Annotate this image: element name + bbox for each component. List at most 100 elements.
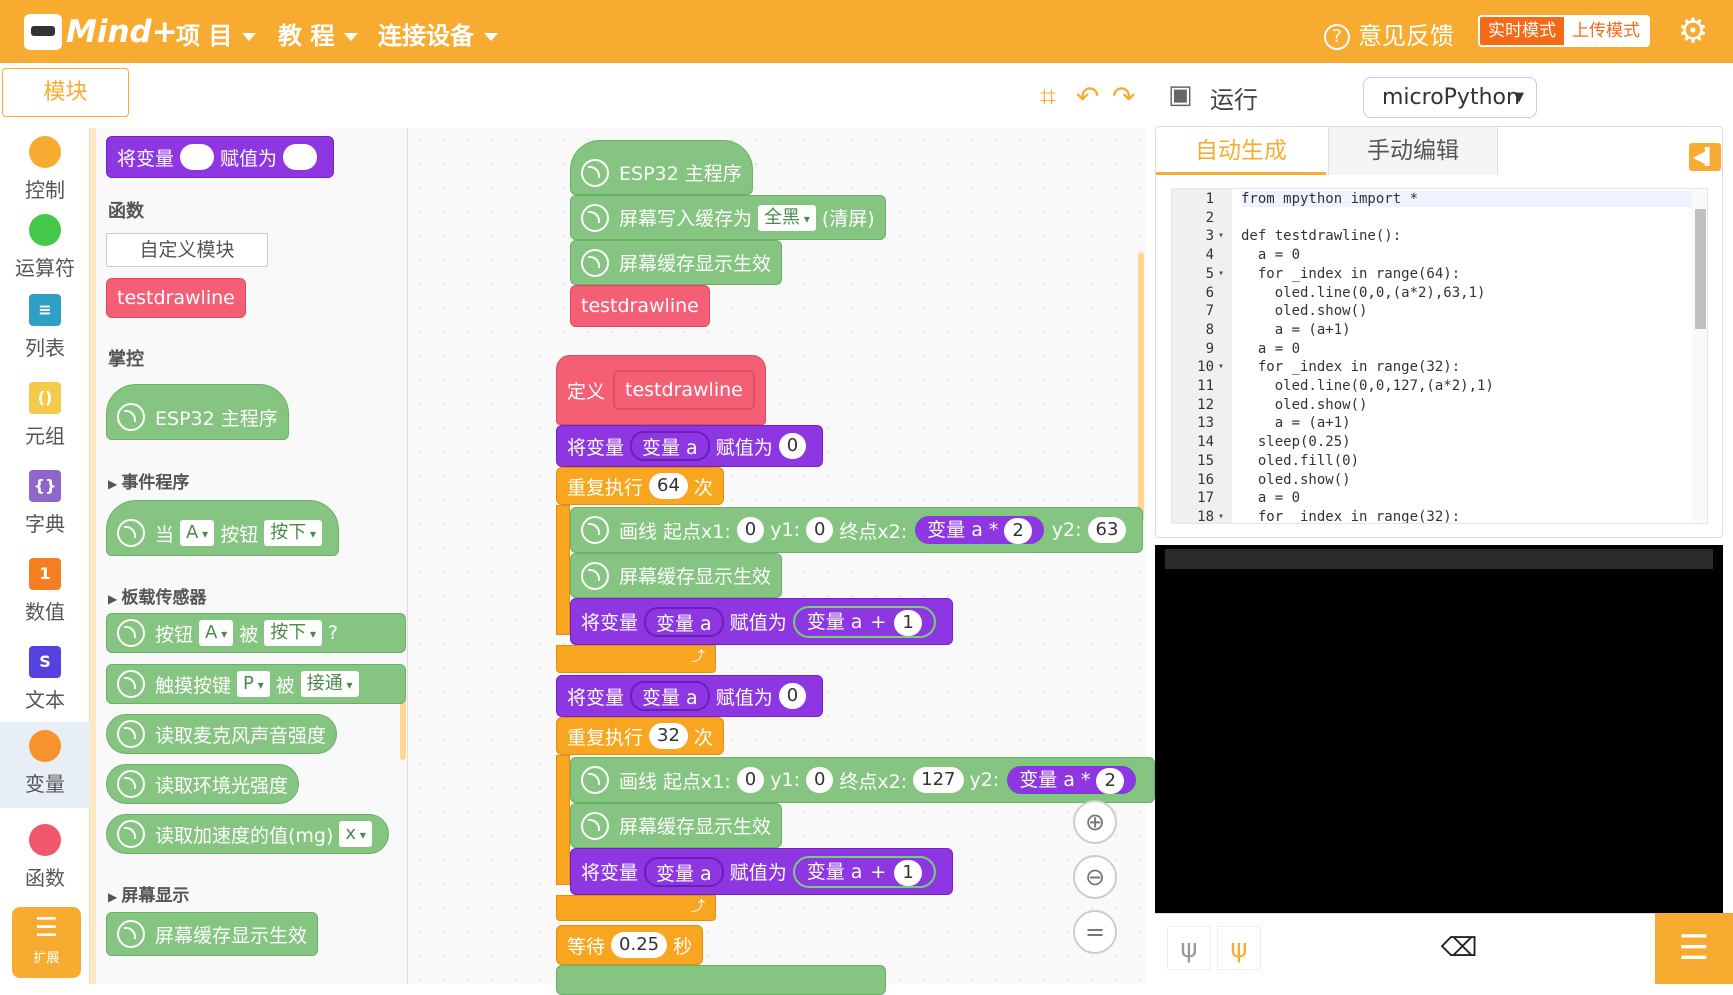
usb-icon[interactable]: ψ: [1167, 926, 1211, 970]
category-list[interactable]: ≡ 列表: [0, 294, 90, 361]
screen-show-block[interactable]: 屏幕缓存显示生效: [570, 240, 783, 285]
draw-line-block-1[interactable]: 画线 起点x1: 0 y1: 0 终点x2: 变量 a * 2 y2: 63: [570, 507, 1144, 553]
menu-project[interactable]: 项 目: [176, 16, 257, 51]
tab-manual-edit[interactable]: 手动编辑: [1328, 127, 1498, 175]
press-dropdown[interactable]: 按下: [264, 520, 323, 546]
x1-input[interactable]: 0: [736, 517, 765, 543]
menu-list-icon[interactable]: ☰: [1655, 913, 1733, 984]
category-dict[interactable]: {} 字典: [0, 470, 90, 537]
terminal-input[interactable]: [1165, 549, 1713, 569]
variable-reporter[interactable]: 变量 a: [630, 431, 710, 461]
set-variable-block-2[interactable]: 将变量 变量 a 赋值为 0: [556, 675, 824, 717]
category-variable[interactable]: 变量: [0, 722, 90, 808]
define-function-block[interactable]: 定义 testdrawline: [556, 355, 766, 425]
call-testdrawline-block[interactable]: testdrawline: [570, 285, 710, 327]
repeat-block-32[interactable]: 重复执行 32 次: [556, 717, 724, 755]
x1-input[interactable]: 0: [736, 767, 765, 793]
fold-toggle-icon[interactable]: ▾: [1218, 268, 1224, 279]
section-events[interactable]: 事件程序: [108, 468, 189, 493]
palette-accel-block[interactable]: 读取加速度的值(mg) x: [106, 814, 389, 854]
press-dropdown[interactable]: 按下: [264, 620, 323, 646]
set-variable-block-1[interactable]: 将变量 变量 a 赋值为 0: [556, 425, 824, 467]
wait-seconds-input[interactable]: 0.25: [611, 932, 668, 958]
realtime-mode-button[interactable]: 实时模式: [1480, 17, 1564, 45]
run-button[interactable]: 运行: [1210, 80, 1258, 115]
crop-icon[interactable]: ⌗: [1040, 80, 1056, 114]
screen-show-block-2[interactable]: 屏幕缓存显示生效: [570, 553, 783, 598]
value-input[interactable]: 0: [778, 433, 807, 459]
touch-state-dropdown[interactable]: 接通: [300, 671, 359, 697]
button-dropdown[interactable]: A: [180, 520, 215, 546]
undo-icon[interactable]: ↶: [1076, 80, 1099, 113]
category-tuple[interactable]: () 元组: [0, 382, 90, 449]
code-editor[interactable]: 1 from mpython import * 2 3 ▾ def testdrawlin…: [1171, 188, 1708, 524]
y2-input[interactable]: 63: [1087, 517, 1127, 543]
category-number[interactable]: 1 数值: [0, 558, 90, 625]
category-operators[interactable]: 运算符: [0, 214, 90, 281]
code-scrollbar[interactable]: [1692, 189, 1707, 523]
increment-variable-block-2[interactable]: 将变量 变量 a 赋值为 变量 a +1: [570, 848, 953, 895]
screen-show-block-3[interactable]: 屏幕缓存显示生效: [570, 803, 783, 848]
variable-reporter[interactable]: 变量 a: [644, 856, 724, 887]
save-icon[interactable]: ▣: [1168, 80, 1193, 110]
value-input[interactable]: 0: [778, 683, 807, 709]
button-dropdown[interactable]: A: [199, 620, 234, 646]
variable-reporter[interactable]: 变量 a: [644, 606, 724, 637]
section-screen-display[interactable]: 屏幕显示: [108, 881, 189, 906]
screen-fill-block-partial[interactable]: [556, 965, 886, 995]
custom-block-button[interactable]: 自定义模块: [106, 233, 268, 267]
zoom-out-icon[interactable]: ⊖: [1073, 855, 1117, 899]
language-select[interactable]: microPython ▼: [1363, 77, 1537, 118]
repeat-count-input[interactable]: 64: [649, 473, 688, 499]
collapse-panel-icon[interactable]: ◀▍: [1689, 143, 1721, 171]
increment-variable-block-1[interactable]: 将变量 变量 a 赋值为 变量 a +1: [570, 598, 953, 645]
mode-switch[interactable]: 实时模式 上传模式: [1478, 15, 1650, 47]
tab-modules[interactable]: 模块: [2, 68, 129, 117]
palette-testdrawline-block[interactable]: testdrawline: [106, 278, 246, 318]
zoom-in-icon[interactable]: ⊕: [1073, 800, 1117, 844]
wait-block[interactable]: 等待 0.25 秒: [556, 925, 704, 965]
multiply-expression[interactable]: 变量 a * 2: [1005, 764, 1138, 796]
repeat-count-input[interactable]: 32: [649, 723, 688, 749]
fold-toggle-icon[interactable]: ▾: [1218, 511, 1224, 522]
palette-button-pressed-block[interactable]: 按钮A被按下?: [106, 613, 406, 653]
clear-terminal-icon[interactable]: ⌫: [1437, 926, 1481, 970]
multiply-expression[interactable]: 变量 a * 2: [913, 514, 1046, 546]
x2-input[interactable]: 127: [913, 767, 964, 793]
fold-toggle-icon[interactable]: ▾: [1218, 361, 1224, 372]
tab-auto-generate[interactable]: 自动生成: [1156, 127, 1326, 175]
add-expression[interactable]: 变量 a +1: [792, 605, 936, 638]
y1-input[interactable]: 0: [805, 767, 834, 793]
serial-terminal[interactable]: [1155, 545, 1723, 913]
category-function[interactable]: 函数: [0, 824, 90, 891]
touch-pin-dropdown[interactable]: P: [237, 671, 270, 697]
esp32-main-block[interactable]: ESP32 主程序: [570, 140, 753, 195]
gear-icon[interactable]: ⚙: [1676, 14, 1710, 48]
screen-fill-block[interactable]: 屏幕写入缓存为全黑(清屏): [570, 195, 886, 240]
fold-toggle-icon[interactable]: ▾: [1218, 230, 1224, 241]
palette-set-variable-block[interactable]: 将变量 赋值为: [106, 136, 335, 178]
palette-light-block[interactable]: 读取环境光强度: [106, 764, 300, 804]
category-text[interactable]: S 文本: [0, 646, 90, 713]
function-name-slot[interactable]: testdrawline: [613, 370, 755, 410]
category-control[interactable]: 控制: [0, 136, 90, 203]
redo-icon[interactable]: ↷: [1112, 80, 1135, 113]
canvas-scrollbar[interactable]: [1138, 252, 1144, 522]
feedback-button[interactable]: ? 意见反馈: [1324, 16, 1454, 51]
palette-when-button-block[interactable]: 当A按钮按下: [106, 500, 340, 556]
zoom-reset-icon[interactable]: =: [1073, 910, 1117, 954]
repeat-block-64[interactable]: 重复执行 64 次: [556, 467, 724, 505]
fill-color-dropdown[interactable]: 全黑: [758, 204, 816, 231]
extend-button[interactable]: ☰ 扩展: [12, 907, 81, 978]
palette-screen-show-block[interactable]: 屏幕缓存显示生效: [106, 912, 319, 956]
palette-esp32-main-block[interactable]: ESP32 主程序: [106, 384, 289, 440]
y1-input[interactable]: 0: [805, 517, 834, 543]
palette-touch-key-block[interactable]: 触摸按键P被接通: [106, 664, 406, 704]
variable-reporter[interactable]: 变量 a: [630, 681, 710, 711]
palette-mic-block[interactable]: 读取麦克风声音强度: [106, 714, 338, 754]
menu-connect-device[interactable]: 连接设备: [378, 16, 498, 51]
upload-mode-button[interactable]: 上传模式: [1564, 17, 1648, 45]
axis-dropdown[interactable]: x: [339, 821, 372, 847]
add-expression[interactable]: 变量 a +1: [792, 855, 936, 888]
menu-tutorial[interactable]: 教 程: [278, 16, 359, 51]
